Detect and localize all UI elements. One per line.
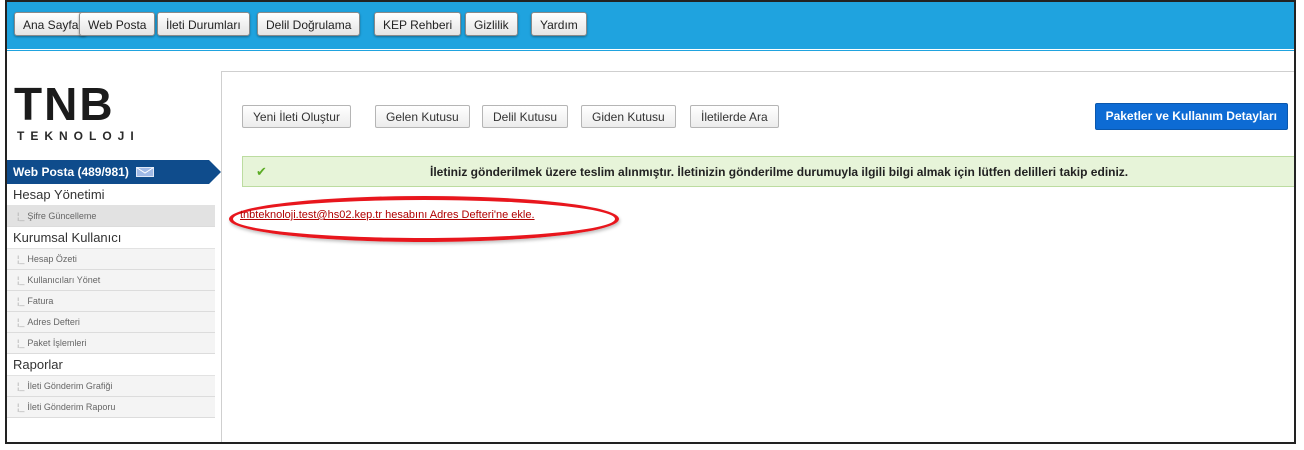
sidebar-item-label: İleti Gönderim Grafiği [27, 381, 113, 391]
nav-ana-sayfa[interactable]: Ana Sayfa [14, 12, 88, 36]
nav-ileti-durumlari[interactable]: İleti Durumları [157, 12, 250, 36]
nav-delil-dogrulama[interactable]: Delil Doğrulama [257, 12, 361, 36]
logo-sub: TEKNOLOJI [17, 129, 140, 143]
app-frame: Ana Sayfa Web Posta İleti Durumları Deli… [5, 0, 1296, 444]
tree-branch-icon: ¦_ [17, 317, 25, 327]
sidebar-group-kurumsal-kullanici[interactable]: Kurumsal Kullanıcı [7, 227, 215, 249]
sidebar: Web Posta (489/981) Hesap Yönetimi ¦_ Şif… [7, 160, 221, 418]
sidebar-item-label: İleti Gönderim Raporu [27, 402, 116, 412]
sidebar-header-web-posta[interactable]: Web Posta (489/981) [7, 160, 221, 185]
sidebar-item-adres-defteri[interactable]: ¦_ Adres Defteri [7, 312, 215, 333]
sidebar-item-paket-islemleri[interactable]: ¦_ Paket İşlemleri [7, 333, 215, 354]
success-alert: ✔ İletiniz gönderilmek üzere teslim alın… [242, 156, 1294, 187]
outbox-button[interactable]: Giden Kutusu [581, 105, 676, 128]
mail-icon [136, 161, 155, 185]
sidebar-item-label: Kullanıcıları Yönet [27, 275, 101, 285]
alert-message: İletiniz gönderilmek üzere teslim alınmı… [430, 165, 1129, 179]
sidebar-item-label: Hesap Özeti [27, 254, 77, 264]
tree-branch-icon: ¦_ [17, 338, 25, 348]
top-navigation-bar: Ana Sayfa Web Posta İleti Durumları Deli… [7, 2, 1294, 49]
tree-branch-icon: ¦_ [17, 296, 25, 306]
sidebar-item-ileti-gonderim-raporu[interactable]: ¦_ İleti Gönderim Raporu [7, 397, 215, 418]
nav-gizlilik[interactable]: Gizlilik [465, 12, 518, 36]
sidebar-item-fatura[interactable]: ¦_ Fatura [7, 291, 215, 312]
tree-branch-icon: ¦_ [17, 402, 25, 412]
sidebar-header-label: Web Posta (489/981) [13, 165, 129, 179]
logo-main: TNB [14, 78, 115, 130]
nav-yardim[interactable]: Yardım [531, 12, 587, 36]
sidebar-item-kullanicilari-yonet[interactable]: ¦_ Kullanıcıları Yönet [7, 270, 215, 291]
sidebar-item-ileti-gonderim-grafigi[interactable]: ¦_ İleti Gönderim Grafiği [7, 376, 215, 397]
sidebar-item-label: Fatura [27, 296, 54, 306]
sidebar-item-label: Adres Defteri [27, 317, 80, 327]
nav-web-posta[interactable]: Web Posta [79, 12, 156, 36]
header-divider [7, 50, 1294, 51]
packages-usage-button[interactable]: Paketler ve Kullanım Detayları [1094, 103, 1288, 130]
logo: TNB TEKNOLOJI [14, 80, 154, 150]
sidebar-item-label: Şifre Güncelleme [27, 211, 97, 221]
nav-kep-rehberi[interactable]: KEP Rehberi [374, 12, 462, 36]
evidence-box-button[interactable]: Delil Kutusu [482, 105, 569, 128]
new-message-button[interactable]: Yeni İleti Oluştur [242, 105, 351, 128]
inbox-button[interactable]: Gelen Kutusu [375, 105, 470, 128]
tree-branch-icon: ¦_ [17, 381, 25, 391]
tree-branch-icon: ¦_ [17, 275, 25, 285]
tree-branch-icon: ¦_ [17, 254, 25, 264]
sidebar-item-hesap-ozeti[interactable]: ¦_ Hesap Özeti [7, 249, 215, 270]
add-to-address-book-link[interactable]: tnbteknoloji.test@hs02.kep.tr hesabını A… [240, 209, 535, 221]
sidebar-item-sifre-guncelleme[interactable]: ¦_ Şifre Güncelleme [7, 206, 215, 227]
sidebar-item-label: Paket İşlemleri [27, 338, 87, 348]
main-content: Yeni İleti Oluştur Gelen Kutusu Delil Ku… [221, 71, 1294, 442]
search-messages-button[interactable]: İletilerde Ara [690, 105, 779, 128]
tree-branch-icon: ¦_ [17, 211, 25, 221]
sidebar-group-hesap-yonetimi[interactable]: Hesap Yönetimi [7, 184, 215, 206]
sidebar-group-raporlar[interactable]: Raporlar [7, 354, 215, 376]
check-icon: ✔ [256, 164, 267, 179]
